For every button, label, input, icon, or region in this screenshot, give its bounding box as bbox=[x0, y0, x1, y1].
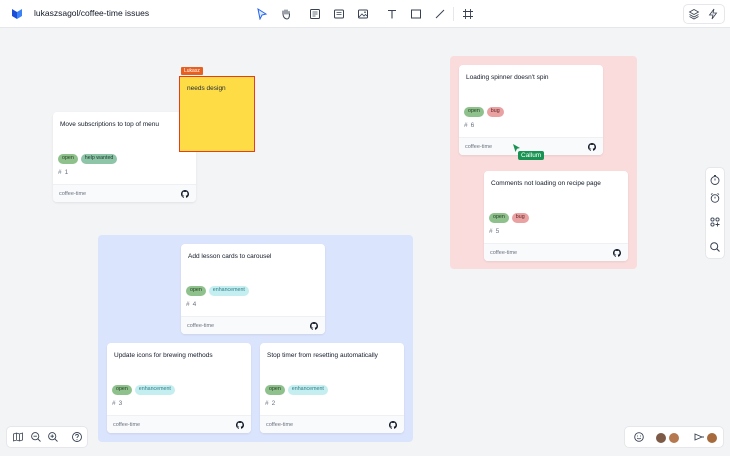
github-icon[interactable] bbox=[236, 421, 244, 429]
card-footer: coffee-time bbox=[260, 415, 404, 433]
apps-icon[interactable] bbox=[707, 214, 723, 230]
search-icon[interactable] bbox=[707, 239, 723, 255]
card-footer: coffee-time bbox=[484, 243, 628, 261]
tag-list: open enhancement bbox=[265, 385, 328, 395]
card-title: Update icons for brewing methods bbox=[114, 352, 213, 359]
card-title: Stop timer from resetting automatically bbox=[267, 352, 378, 359]
tag-enhancement: enhancement bbox=[134, 385, 175, 395]
board-title: lukaszsagol/coffee-time issues bbox=[34, 8, 150, 18]
tag-list: open enhancement bbox=[186, 286, 249, 296]
github-icon[interactable] bbox=[389, 421, 397, 429]
avatar[interactable] bbox=[706, 432, 718, 444]
repo-name: coffee-time bbox=[113, 422, 141, 428]
collaboration-bar bbox=[624, 426, 724, 448]
toolbar-divider bbox=[453, 7, 454, 21]
text-icon[interactable] bbox=[384, 6, 400, 22]
hand-icon[interactable] bbox=[278, 6, 294, 22]
alarm-icon[interactable] bbox=[707, 190, 723, 206]
layers-icon[interactable] bbox=[686, 6, 702, 22]
tag-list: open bug bbox=[464, 107, 504, 117]
repo-name: coffee-time bbox=[490, 250, 518, 256]
issue-card[interactable]: Add lesson cards to carousel open enhanc… bbox=[181, 244, 325, 334]
github-icon[interactable] bbox=[613, 249, 621, 257]
app-logo-icon[interactable] bbox=[11, 8, 23, 20]
tag-list: open help wanted bbox=[58, 154, 118, 164]
card-icon[interactable] bbox=[331, 6, 347, 22]
side-panel bbox=[705, 167, 725, 259]
issue-card[interactable]: Update icons for brewing methods open en… bbox=[107, 343, 251, 433]
repo-name: coffee-time bbox=[187, 323, 215, 329]
present-icon[interactable] bbox=[691, 429, 707, 445]
sticky-owner-label: Lukasz bbox=[181, 67, 203, 75]
sticky-note[interactable]: needs design bbox=[179, 76, 255, 152]
collaborator-name: Callum bbox=[518, 151, 545, 160]
issue-card[interactable]: Move subscriptions to top of menu open h… bbox=[53, 112, 196, 202]
help-icon[interactable] bbox=[69, 429, 85, 445]
lightning-icon[interactable] bbox=[705, 6, 721, 22]
frame-icon[interactable] bbox=[460, 6, 476, 22]
sticky-text: needs design bbox=[187, 85, 226, 92]
line-icon[interactable] bbox=[432, 6, 448, 22]
issue-number: #4 bbox=[186, 301, 197, 308]
select-icon[interactable] bbox=[254, 6, 270, 22]
avatar[interactable] bbox=[668, 432, 680, 444]
image-icon[interactable] bbox=[355, 6, 371, 22]
card-footer: coffee-time bbox=[53, 184, 196, 202]
card-title: Add lesson cards to carousel bbox=[188, 253, 272, 260]
tag-list: open bug bbox=[489, 213, 529, 223]
github-icon[interactable] bbox=[310, 322, 318, 330]
issue-number: #1 bbox=[58, 169, 69, 176]
top-bar: lukaszsagol/coffee-time issues bbox=[0, 0, 730, 28]
avatar[interactable] bbox=[655, 432, 667, 444]
issue-number: #3 bbox=[112, 400, 123, 407]
tag-bug: bug bbox=[511, 213, 529, 223]
issue-number: #6 bbox=[464, 122, 475, 129]
tag-open: open bbox=[265, 385, 285, 395]
card-title: Comments not loading on recipe page bbox=[491, 180, 601, 187]
issue-number: #2 bbox=[265, 400, 276, 407]
sticky-note-icon[interactable] bbox=[307, 6, 323, 22]
card-title: Loading spinner doesn't spin bbox=[466, 74, 549, 81]
zoom-in-icon[interactable] bbox=[45, 429, 61, 445]
tag-open: open bbox=[489, 213, 509, 223]
tag-open: open bbox=[112, 385, 132, 395]
reaction-icon[interactable] bbox=[631, 429, 647, 445]
tag-enhancement: enhancement bbox=[287, 385, 328, 395]
card-footer: coffee-time bbox=[107, 415, 251, 433]
card-title: Move subscriptions to top of menu bbox=[60, 121, 159, 128]
tag-bug: bug bbox=[486, 107, 504, 117]
tag-open: open bbox=[58, 154, 78, 164]
issue-card[interactable]: Comments not loading on recipe page open… bbox=[484, 171, 628, 261]
tag-open: open bbox=[186, 286, 206, 296]
repo-name: coffee-time bbox=[59, 191, 87, 197]
github-icon[interactable] bbox=[181, 190, 189, 198]
right-toolbar bbox=[683, 4, 725, 24]
card-footer: coffee-time bbox=[181, 316, 325, 334]
repo-name: coffee-time bbox=[465, 144, 493, 150]
tag-list: open enhancement bbox=[112, 385, 175, 395]
zoom-controls bbox=[6, 426, 88, 448]
zoom-out-icon[interactable] bbox=[28, 429, 44, 445]
github-icon[interactable] bbox=[588, 143, 596, 151]
timer-icon[interactable] bbox=[707, 172, 723, 188]
tag-help-wanted: help wanted bbox=[80, 154, 118, 164]
issue-card[interactable]: Loading spinner doesn't spin open bug #6… bbox=[459, 65, 603, 155]
rectangle-icon[interactable] bbox=[408, 6, 424, 22]
repo-name: coffee-time bbox=[266, 422, 294, 428]
issue-number: #5 bbox=[489, 228, 500, 235]
tag-open: open bbox=[464, 107, 484, 117]
tag-enhancement: enhancement bbox=[208, 286, 249, 296]
issue-card[interactable]: Stop timer from resetting automatically … bbox=[260, 343, 404, 433]
map-icon[interactable] bbox=[10, 429, 26, 445]
